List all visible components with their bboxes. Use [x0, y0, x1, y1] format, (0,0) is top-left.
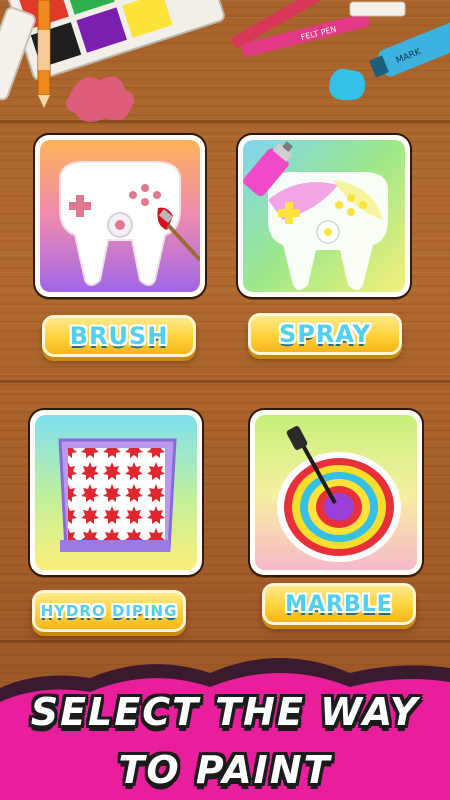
spray-mode-card[interactable]: [238, 135, 410, 297]
brush-button[interactable]: BRUSH: [42, 315, 196, 357]
hydro-dip-box-icon: [58, 438, 177, 552]
controller-brush-icon: [59, 161, 200, 286]
brush-mode-card[interactable]: [35, 135, 205, 297]
art-supplies-decoration: FELT PEN MARK: [0, 0, 450, 122]
hydro-diping-button-label: HYDRO DIPING: [40, 602, 178, 620]
marble-button[interactable]: MARBLE: [262, 583, 416, 625]
banner-title-line-2: TO PAINT: [118, 748, 332, 792]
hydro-dip-mode-card[interactable]: [30, 410, 202, 575]
wood-plank-seam: [0, 640, 450, 643]
brush-button-label: BRUSH: [69, 322, 169, 350]
game-screen: FELT PEN MARK BRUSH SPRAY HYDRO DIPING M…: [0, 0, 450, 800]
spray-button-label: SPRAY: [278, 320, 371, 348]
spray-button[interactable]: SPRAY: [248, 313, 402, 355]
marble-button-label: MARBLE: [285, 591, 393, 617]
instruction-banner: SELECT THE WAY TO PAINT: [0, 660, 450, 800]
marble-bowl-icon: [277, 426, 401, 562]
controller-spray-icon: [243, 141, 388, 290]
banner-title-line-1: SELECT THE WAY: [30, 690, 420, 734]
wood-plank-seam: [0, 380, 450, 383]
marble-mode-card[interactable]: [250, 410, 422, 575]
hydro-diping-button[interactable]: HYDRO DIPING: [32, 590, 186, 632]
